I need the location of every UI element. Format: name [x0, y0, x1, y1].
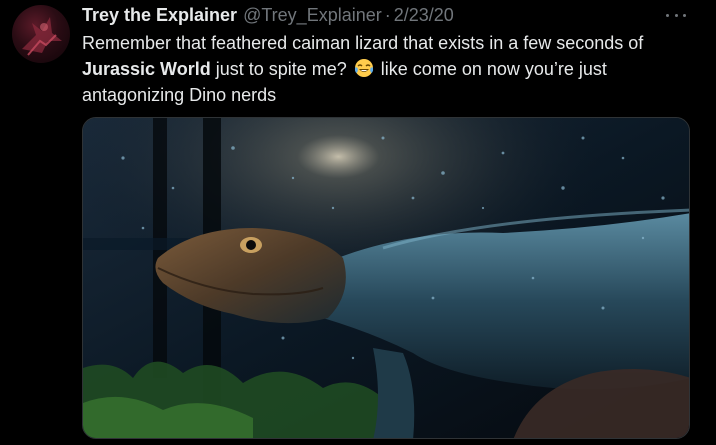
tweet-text: Remember that feathered caiman lizard th…: [82, 30, 702, 108]
tweet-text-bold: Jurassic World: [82, 59, 211, 79]
tears-of-joy-emoji-icon: [354, 59, 373, 77]
tweet-text-part2: just to spite me?: [210, 59, 352, 79]
separator-dot: ·: [384, 5, 391, 25]
lizard-photo: [83, 118, 689, 438]
author-handle[interactable]: @Trey_Explainer: [243, 4, 382, 26]
tweet-card[interactable]: Trey the Explainer @Trey_Explainer · 2/2…: [0, 0, 716, 445]
author-name[interactable]: Trey the Explainer: [82, 4, 237, 26]
avatar-image: [22, 17, 62, 56]
more-horizontal-icon-dot: [683, 13, 686, 17]
tweet-date[interactable]: 2/23/20: [394, 4, 454, 26]
more-horizontal-icon: [666, 13, 669, 17]
tweet-text-part1: Remember that feathered caiman lizard th…: [82, 33, 644, 53]
more-options-button[interactable]: [666, 8, 686, 22]
more-horizontal-icon-dot: [674, 13, 678, 17]
avatar[interactable]: [12, 5, 70, 63]
tweet-media-image[interactable]: [82, 117, 690, 439]
tweet-header: Trey the Explainer @Trey_Explainer · 2/2…: [82, 3, 454, 27]
